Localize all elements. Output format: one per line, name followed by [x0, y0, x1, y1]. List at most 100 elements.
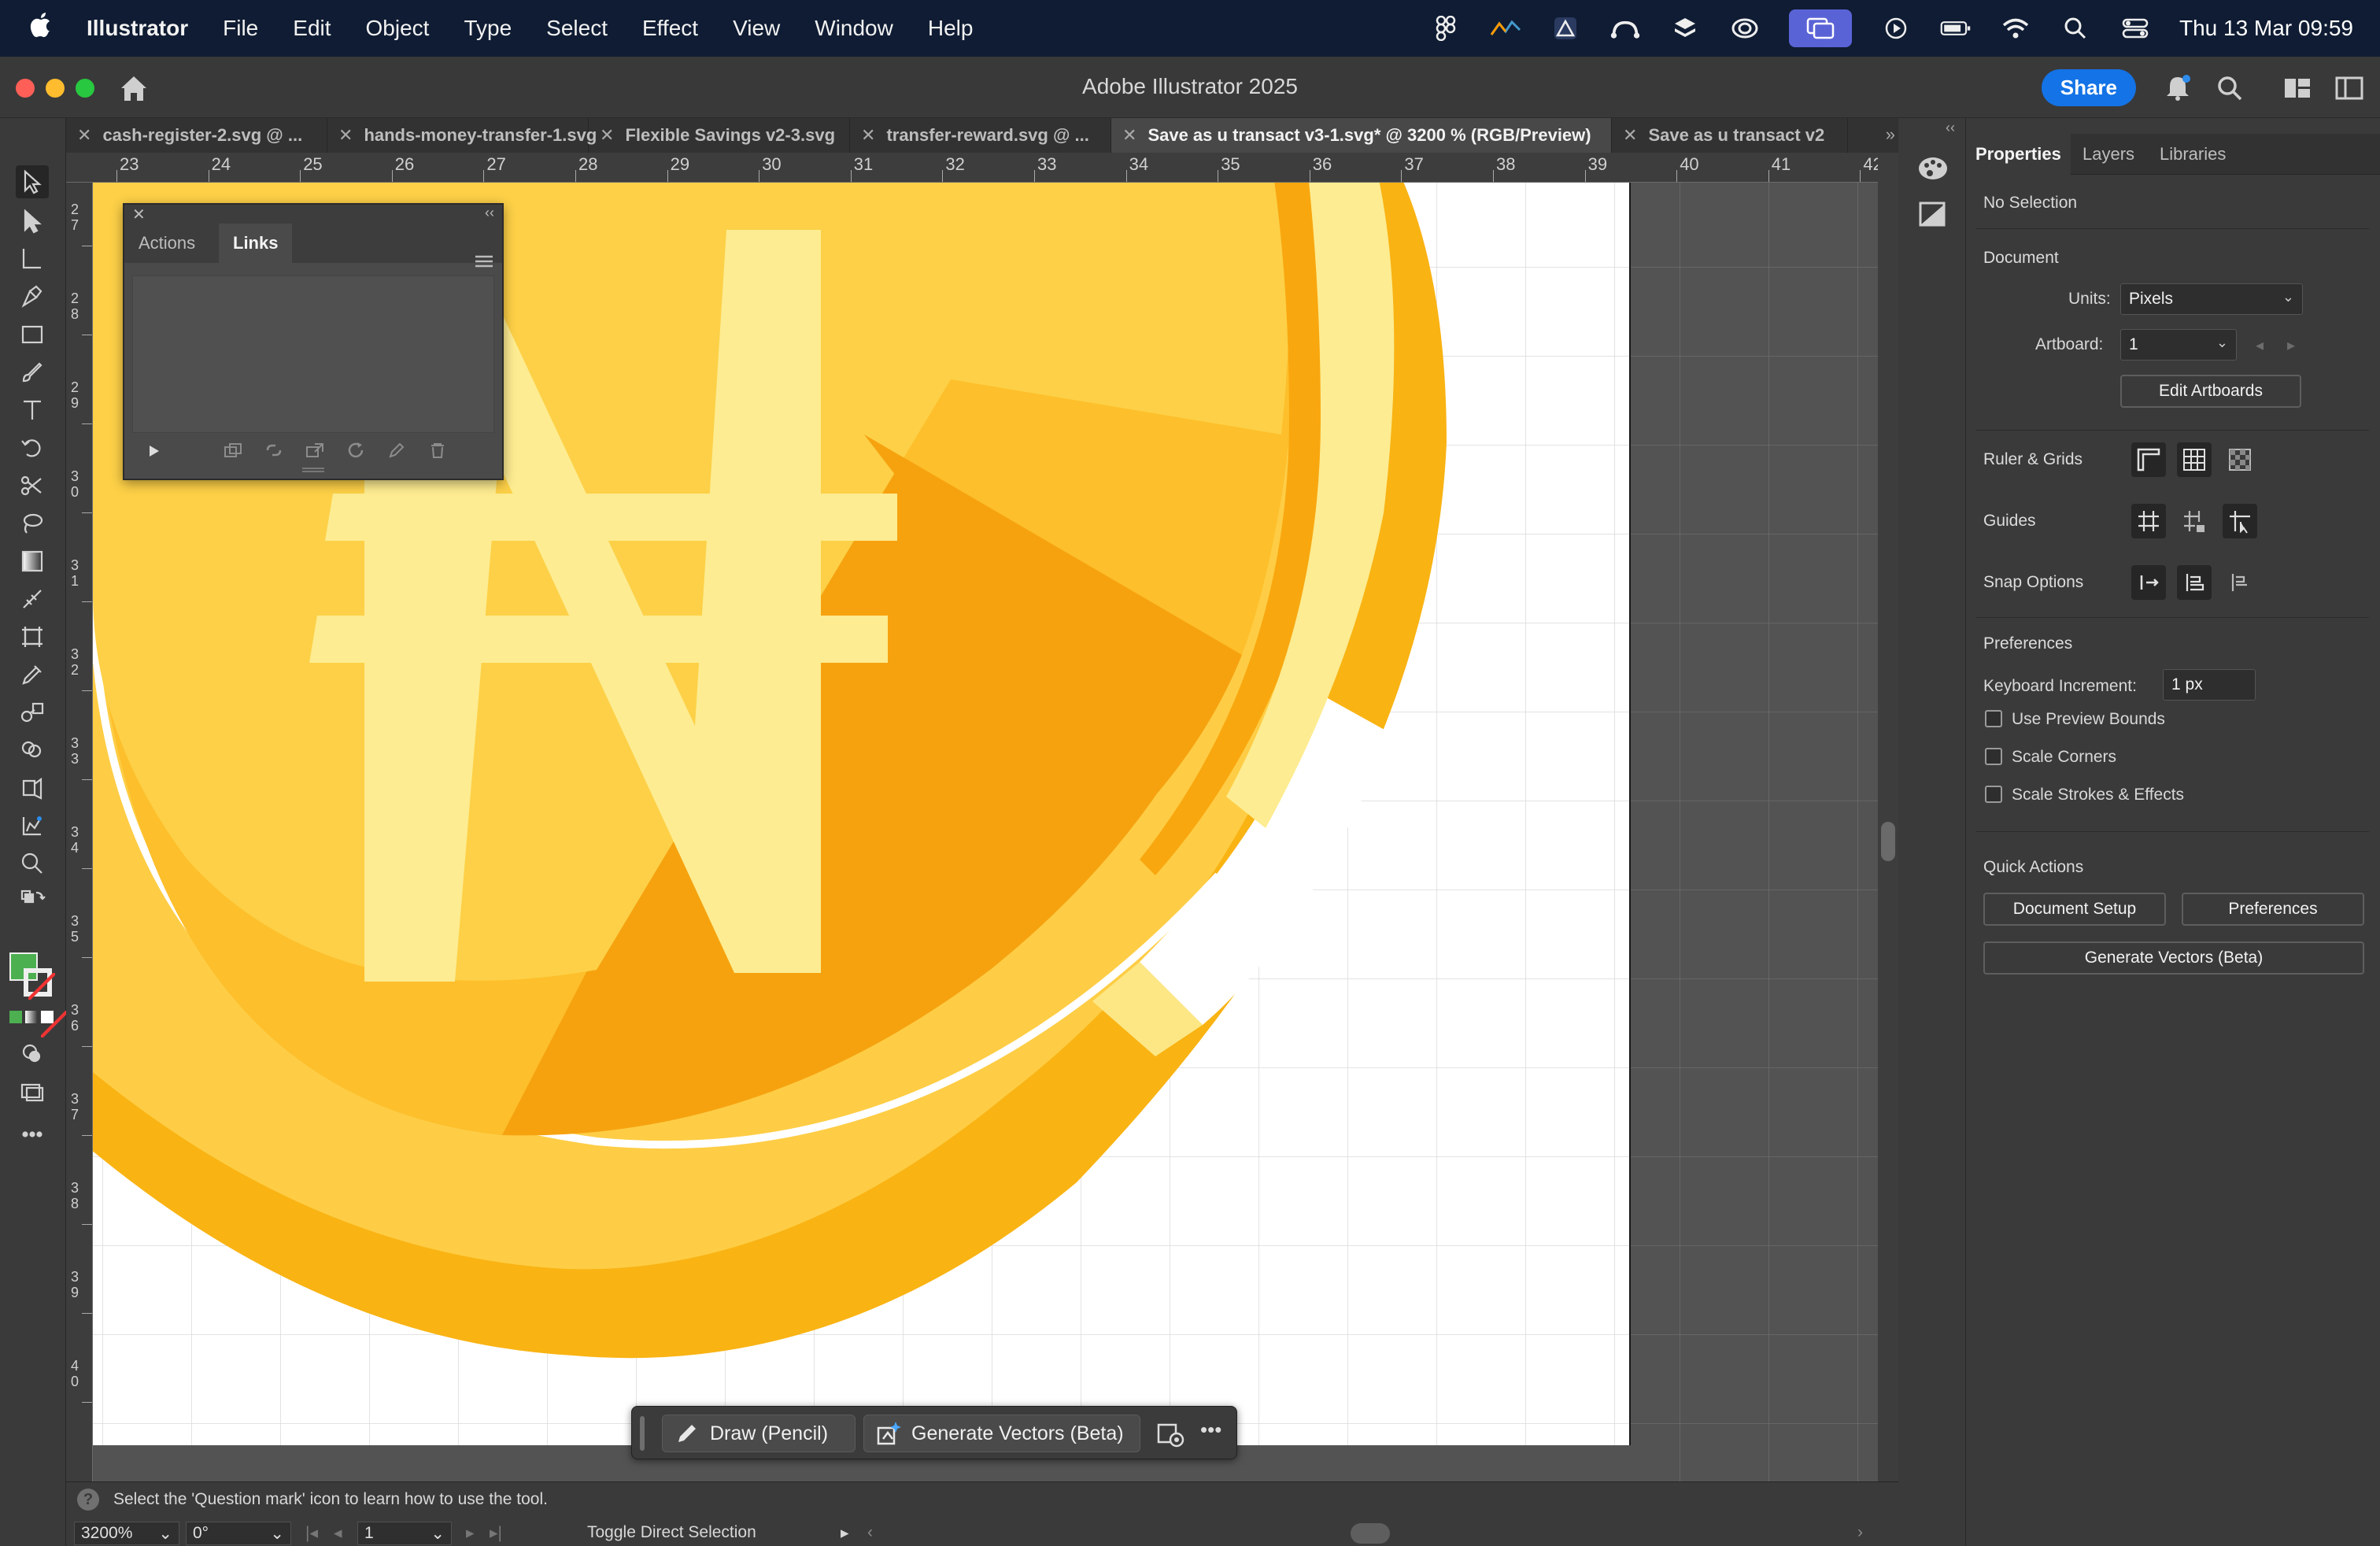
gradient-tool-icon[interactable] — [16, 545, 49, 578]
status-menu-icon[interactable]: ▸ — [841, 1523, 849, 1543]
grid-button[interactable] — [2177, 442, 2212, 477]
vertical-scrollbar[interactable] — [1878, 153, 1898, 1522]
zoom-select[interactable]: 3200% ⌄ — [74, 1522, 179, 1545]
artboard-select[interactable]: 1 ⌄ — [2120, 329, 2237, 361]
menu-help[interactable]: Help — [928, 16, 974, 41]
direct-selection-tool-icon[interactable] — [16, 205, 49, 238]
next-artboard-icon[interactable]: ▸ — [2287, 335, 2295, 355]
tab-save-as-u-transact-v2[interactable]: ✕ Save as u transact v2 — [1612, 118, 1848, 153]
panel-layout-icon[interactable] — [2334, 74, 2364, 102]
color-mode-icon[interactable] — [9, 1011, 22, 1023]
draw-pencil-button[interactable]: Draw (Pencil) — [662, 1415, 856, 1452]
menu-effect[interactable]: Effect — [642, 16, 698, 41]
tab-cash-register[interactable]: ✕ cash-register-2.svg @ ... — [66, 118, 327, 153]
shape-builder-tool-icon[interactable] — [16, 734, 49, 767]
menu-edit[interactable]: Edit — [293, 16, 331, 41]
draw-mode-icon[interactable] — [16, 1037, 49, 1071]
selection-tool-icon[interactable] — [16, 165, 49, 198]
previous-artboard-icon[interactable]: ◂ — [334, 1523, 342, 1543]
none-mode-icon[interactable] — [41, 1011, 68, 1037]
use-preview-bounds-checkbox[interactable] — [1985, 710, 2002, 727]
screen-mirror-icon[interactable] — [1788, 9, 1852, 47]
activity-icon[interactable] — [1490, 13, 1521, 44]
screen-mode-icon[interactable] — [16, 1075, 49, 1108]
last-artboard-icon[interactable]: ▸| — [490, 1523, 502, 1543]
artboard-tool-icon[interactable] — [16, 620, 49, 653]
smart-guides-button[interactable] — [2223, 504, 2257, 538]
collapse-panels-icon[interactable]: ‹‹ — [1946, 120, 1955, 136]
horizontal-scrollbar-thumb[interactable] — [1351, 1523, 1390, 1544]
figma-icon[interactable] — [1430, 13, 1462, 44]
tab-save-as-u-transact-v3[interactable]: ✕ Save as u transact v3-1.svg* @ 3200 % (… — [1111, 118, 1612, 153]
menu-select[interactable]: Select — [546, 16, 608, 41]
curvature-tool-icon[interactable] — [16, 242, 49, 276]
lasso-tool-icon[interactable] — [16, 507, 49, 540]
rulers-button[interactable] — [2131, 442, 2166, 477]
snap-to-pixel-button[interactable] — [2177, 565, 2212, 600]
stroke-color-swatch[interactable] — [24, 968, 55, 1000]
color-mode-buttons[interactable] — [9, 1011, 68, 1037]
snap-to-point-button[interactable] — [2131, 565, 2166, 600]
lock-guides-button[interactable] — [2177, 504, 2212, 538]
control-center-icon[interactable] — [2119, 13, 2151, 44]
show-link-info-icon[interactable] — [148, 444, 161, 458]
asset-export-icon[interactable] — [1916, 198, 1950, 230]
stack-icon[interactable] — [1669, 13, 1701, 44]
scrollbar-thumb[interactable] — [1881, 822, 1895, 861]
menu-object[interactable]: Object — [366, 16, 430, 41]
more-options-icon[interactable]: ••• — [1200, 1418, 1221, 1442]
zoom-tool-icon[interactable] — [16, 847, 49, 880]
units-select[interactable]: Pixels ⌄ — [2120, 283, 2303, 315]
menu-window[interactable]: Window — [815, 16, 893, 41]
collapse-panel-icon[interactable]: ‹‹ — [485, 205, 494, 221]
workspace-switcher-icon[interactable] — [2282, 74, 2312, 102]
tab-properties[interactable]: Properties — [1966, 134, 2071, 175]
scale-strokes-checkbox[interactable] — [1985, 786, 2002, 803]
help-question-icon[interactable]: ? — [77, 1489, 99, 1511]
edit-toolbar-icon[interactable] — [16, 1118, 49, 1151]
color-palette-icon[interactable] — [1916, 153, 1950, 184]
battery-icon[interactable] — [1940, 13, 1972, 44]
notifications-icon[interactable] — [2163, 74, 2193, 102]
perspective-tool-icon[interactable] — [16, 771, 49, 804]
panel-menu-icon[interactable] — [475, 255, 493, 268]
scroll-right-icon[interactable]: › — [1857, 1523, 1863, 1542]
tab-flexible-savings[interactable]: ✕ Flexible Savings v2-3.svg — [589, 118, 850, 153]
puppet-warp-tool-icon[interactable] — [16, 583, 49, 616]
menu-type[interactable]: Type — [464, 16, 512, 41]
menu-view[interactable]: View — [733, 16, 780, 41]
graph-tool-icon[interactable] — [16, 809, 49, 842]
tab-layers[interactable]: Layers — [2073, 134, 2144, 175]
horizontal-ruler[interactable]: 23 24 25 26 27 28 29 30 31 32 33 34 35 36 37 38 39 40 41 42 — [66, 153, 1878, 183]
creative-cloud-icon[interactable] — [1729, 13, 1761, 44]
vertical-ruler[interactable]: 27 28 29 30 31 32 33 34 35 36 37 38 39 40 — [66, 183, 93, 1481]
scale-corners-checkbox[interactable] — [1985, 748, 2002, 765]
close-icon[interactable]: ✕ — [132, 205, 146, 224]
resize-grip[interactable] — [302, 468, 324, 472]
next-artboard-icon[interactable]: ▸ — [466, 1523, 475, 1543]
close-tab-icon[interactable]: ✕ — [1623, 125, 1637, 146]
close-tab-icon[interactable]: ✕ — [77, 125, 91, 146]
menu-app-name[interactable]: Illustrator — [87, 16, 188, 41]
generate-vectors-button[interactable]: Generate Vectors (Beta) — [863, 1415, 1140, 1452]
cloud-sync-icon[interactable] — [1609, 13, 1641, 44]
edit-artboards-button[interactable]: Edit Artboards — [2120, 375, 2301, 408]
triangle-app-icon[interactable] — [1550, 13, 1581, 44]
generate-vectors-button[interactable]: Generate Vectors (Beta) — [1983, 941, 2364, 975]
show-guides-button[interactable] — [2131, 504, 2166, 538]
snap-to-glyph-button[interactable] — [2223, 565, 2257, 600]
tabs-overflow-icon[interactable]: » — [1886, 124, 1895, 145]
search-icon[interactable] — [2060, 13, 2091, 44]
tab-hands-money-transfer[interactable]: ✕ hands-money-transfer-1.svg — [327, 118, 597, 153]
preferences-button[interactable]: Preferences — [2182, 893, 2364, 926]
rotate-tool-icon[interactable] — [16, 431, 49, 464]
transparency-grid-button[interactable] — [2223, 442, 2257, 477]
links-list[interactable] — [132, 276, 494, 433]
panel-header[interactable]: ✕ ‹‹ — [124, 205, 502, 224]
document-setup-button[interactable]: Document Setup — [1983, 893, 2166, 926]
tab-libraries[interactable]: Libraries — [2150, 134, 2235, 175]
share-button[interactable]: Share — [2041, 69, 2136, 106]
tab-links[interactable]: Links — [219, 224, 293, 263]
gradient-mode-icon[interactable] — [25, 1011, 38, 1023]
drag-handle[interactable] — [640, 1416, 645, 1451]
